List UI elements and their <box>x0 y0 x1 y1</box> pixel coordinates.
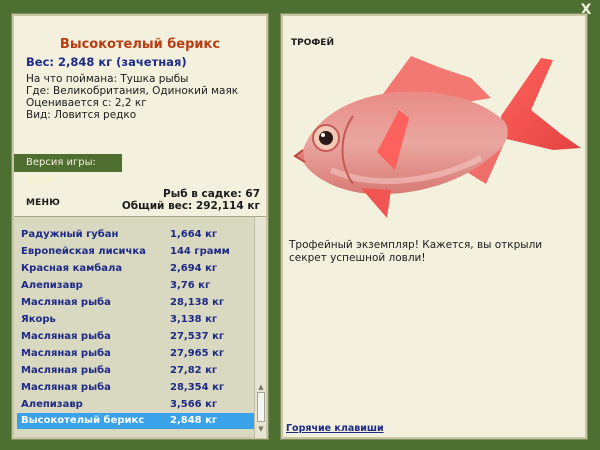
list-item[interactable]: Радужный губан 1,664 кг <box>17 227 255 243</box>
list-item[interactable]: Масляная рыба 28,354 кг <box>17 380 255 396</box>
list-item[interactable]: Масляная рыба 28,138 кг <box>17 295 255 311</box>
list-item[interactable]: Алепизавр 3,76 кг <box>17 278 255 294</box>
info-min-weight: Оценивается с: 2,2 кг <box>26 97 147 109</box>
scroll-up-icon[interactable]: ▲ <box>257 383 265 391</box>
list-item[interactable]: Алепизавр 3,566 кг <box>17 397 255 413</box>
scroll-down-icon[interactable]: ▼ <box>257 425 265 433</box>
version-bar: Версия игры: 3.7.6 <box>14 154 122 186</box>
list-scrollbar[interactable]: ▲ ▼ <box>254 217 266 438</box>
fish-weight: Вес: 2,848 кг (зачетная) <box>26 55 187 69</box>
scroll-thumb[interactable] <box>257 392 265 422</box>
trophy-description: Трофейный экземпляр! Кажется, вы открыли… <box>289 239 543 264</box>
fish-image <box>293 56 581 218</box>
list-item-selected[interactable]: Высокотелый берикс 2,848 кг <box>17 413 255 429</box>
hotkeys-link[interactable]: Горячие клавиши <box>286 423 384 434</box>
list-item[interactable]: Масляная рыба 27,965 кг <box>17 346 255 362</box>
catch-info-panel: Высокотелый берикс Вес: 2,848 кг (зачетн… <box>11 13 269 440</box>
total-weight: Общий вес: 292,114 кг <box>121 200 260 212</box>
version-label: Версия игры: <box>26 157 96 168</box>
trophy-panel: ТРОФЕЙ Трофейный экземпляр! Кажется, вы … <box>280 13 588 440</box>
info-species: Вид: Ловится редко <box>26 109 137 121</box>
list-item[interactable]: Европейская лисичка 144 грамм <box>17 244 255 260</box>
list-item[interactable]: Масляная рыба 27,82 кг <box>17 363 255 379</box>
info-bait: На что поймана: Тушка рыбы <box>26 73 189 85</box>
list-item[interactable]: Красная камбала 2,694 кг <box>17 261 255 277</box>
list-item[interactable]: Якорь 3,138 кг <box>17 312 255 328</box>
fish-title: Высокотелый берикс <box>59 37 221 52</box>
fish-count: Рыб в садке: 67 <box>163 188 260 200</box>
list-item[interactable]: Масляная рыба 27,537 кг <box>17 329 255 345</box>
fish-list: Радужный губан 1,664 кг Европейская лиси… <box>14 216 266 438</box>
info-location: Где: Великобритания, Одинокий маяк <box>26 85 239 97</box>
menu-button[interactable]: МЕНЮ <box>26 198 60 208</box>
keepnet-stats: Рыб в садке: 67 Общий вес: 292,114 кг <box>122 188 260 212</box>
version-value: 3.7.6 <box>26 175 55 186</box>
